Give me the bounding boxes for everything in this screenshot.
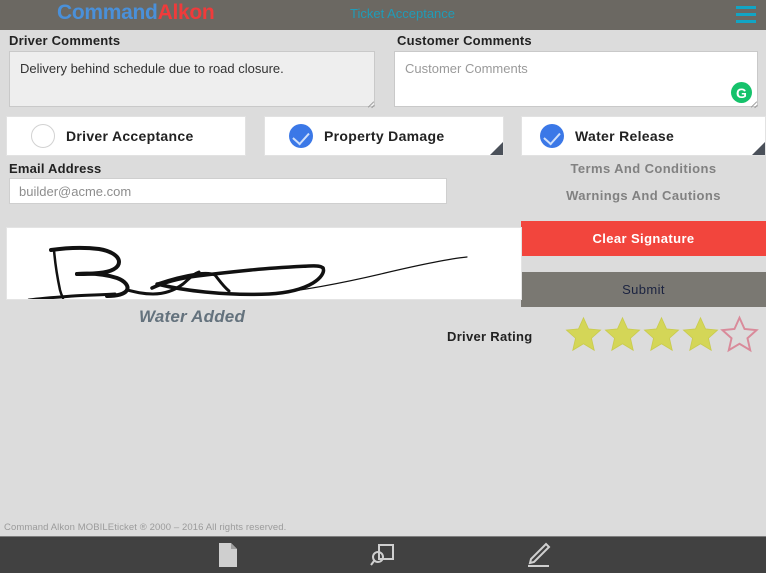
app-header: CommandAlkon Ticket Acceptance xyxy=(0,0,766,30)
warnings-and-cautions-link[interactable]: Warnings And Cautions xyxy=(521,188,766,203)
hamburger-bar xyxy=(736,13,756,16)
hamburger-bar xyxy=(736,6,756,9)
pen-signature-icon[interactable] xyxy=(518,540,558,570)
checkbox-card-driver-acceptance[interactable]: Driver Acceptance xyxy=(6,116,246,156)
checkbox-label-property-damage: Property Damage xyxy=(324,128,445,144)
driver-comments-label: Driver Comments xyxy=(9,33,121,48)
driver-rating-stars[interactable] xyxy=(564,314,759,354)
grammarly-icon[interactable]: G xyxy=(731,82,752,103)
customer-comments-input[interactable] xyxy=(394,51,758,107)
corner-triangle-icon xyxy=(490,142,503,155)
bottom-navigation-bar xyxy=(0,536,766,573)
terms-and-conditions-link[interactable]: Terms And Conditions xyxy=(521,161,766,176)
logo-text-alkon: Alkon xyxy=(157,1,215,24)
signature-caption: Water Added xyxy=(138,307,246,326)
email-address-input[interactable] xyxy=(9,178,447,204)
checkbox-label-water-release: Water Release xyxy=(575,128,675,144)
checkbox-card-property-damage[interactable]: Property Damage xyxy=(264,116,504,156)
signature-pad[interactable] xyxy=(6,227,522,302)
app-logo: CommandAlkon xyxy=(57,1,215,25)
copyright-text: Command Alkon MOBILEticket ® 2000 – 2016… xyxy=(4,522,287,533)
star-empty-icon[interactable] xyxy=(720,314,759,354)
signature-stroke xyxy=(27,245,468,302)
star-filled-icon[interactable] xyxy=(564,314,603,354)
checkbox-card-water-release[interactable]: Water Release xyxy=(521,116,766,156)
hamburger-menu-icon[interactable] xyxy=(736,6,756,23)
checkbox-label-driver-acceptance: Driver Acceptance xyxy=(66,128,194,144)
driver-comments-input[interactable] xyxy=(9,51,375,107)
document-page-icon[interactable] xyxy=(208,540,248,570)
ticket-search-icon[interactable] xyxy=(363,540,403,570)
star-filled-icon[interactable] xyxy=(603,314,642,354)
hamburger-bar xyxy=(736,20,756,23)
checkbox-unchecked-icon[interactable] xyxy=(31,124,55,148)
corner-triangle-icon xyxy=(752,142,765,155)
submit-button[interactable]: Submit xyxy=(521,272,766,307)
star-filled-icon[interactable] xyxy=(642,314,681,354)
driver-rating-label: Driver Rating xyxy=(447,329,533,344)
customer-comments-label: Customer Comments xyxy=(397,33,532,48)
page-title: Ticket Acceptance xyxy=(350,6,456,21)
checkbox-checked-icon[interactable] xyxy=(540,124,564,148)
clear-signature-button[interactable]: Clear Signature xyxy=(521,221,766,256)
star-filled-icon[interactable] xyxy=(681,314,720,354)
checkbox-checked-icon[interactable] xyxy=(289,124,313,148)
logo-text-command: Command xyxy=(57,1,158,24)
email-address-label: Email Address xyxy=(9,161,102,176)
